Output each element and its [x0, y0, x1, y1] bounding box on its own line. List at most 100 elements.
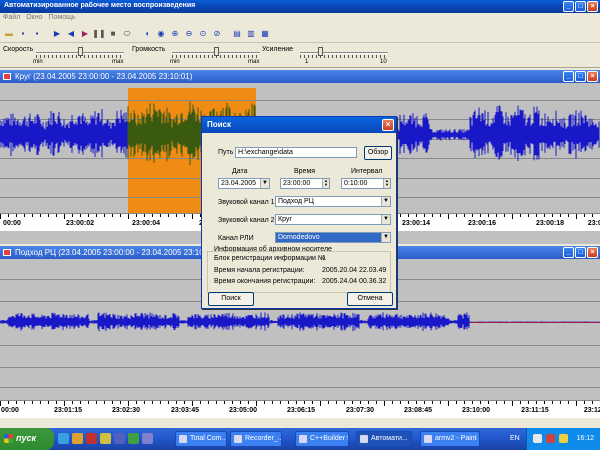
dropdown-arrow-icon[interactable]: ▼: [381, 215, 390, 224]
task-paint[interactable]: armv2 - Paint: [420, 431, 480, 447]
timeline-label: 23:06:15: [286, 407, 316, 414]
stop-icon[interactable]: ■: [107, 28, 119, 40]
save-icon[interactable]: ▪: [17, 28, 29, 40]
play-forward-icon[interactable]: ▶: [79, 28, 91, 40]
task-recorder[interactable]: Recorder_...: [230, 431, 282, 447]
timeline-label: 23:00:02: [65, 220, 95, 227]
volume-icon[interactable]: [559, 434, 568, 443]
gain-slider-thumb[interactable]: [318, 47, 323, 56]
tray-icon[interactable]: [546, 434, 555, 443]
timeline-label: 23:02:30: [111, 407, 141, 414]
explorer-icon[interactable]: [72, 433, 83, 444]
app-icon[interactable]: [86, 433, 97, 444]
app-icon[interactable]: [128, 433, 139, 444]
dialog-close-button[interactable]: ×: [382, 119, 394, 131]
path-input[interactable]: H:\exchange\data: [235, 147, 357, 158]
menu-file[interactable]: Файл: [3, 14, 20, 24]
date-label: Дата: [232, 168, 248, 175]
gain-slider[interactable]: [300, 52, 388, 54]
cascade-icon[interactable]: ▦: [259, 28, 271, 40]
speed-slider-thumb[interactable]: [78, 47, 83, 56]
zoom-out-icon[interactable]: ⊖: [183, 28, 195, 40]
dropdown-arrow-icon[interactable]: ▼: [381, 197, 390, 206]
volume-icon[interactable]: ◖: [141, 28, 153, 40]
app-icon[interactable]: [142, 433, 153, 444]
zoom-fit-icon[interactable]: ⊙: [197, 28, 209, 40]
time-label: Время: [294, 168, 316, 175]
dialog-title: Поиск: [207, 120, 232, 129]
tray-icon[interactable]: [533, 434, 542, 443]
slider-bar: Скорость min max Громкость min max Усиле…: [0, 43, 600, 68]
dropdown-arrow-icon[interactable]: ▼: [381, 233, 390, 242]
maximize-button[interactable]: □: [575, 1, 586, 12]
spinner-arrows-icon[interactable]: ▲ ▼: [383, 179, 390, 188]
cancel-button[interactable]: Отмена: [347, 292, 393, 306]
start-time-label: Время начала регистрации:: [214, 267, 305, 274]
zoom-in-icon[interactable]: ⊕: [169, 28, 181, 40]
time-spinner[interactable]: 23:00:00 ▲ ▼: [280, 178, 330, 189]
menu-window[interactable]: Окно: [26, 14, 42, 24]
minimize-button[interactable]: _: [563, 1, 574, 12]
channel2-select[interactable]: Круг ▼: [275, 214, 391, 225]
app-icon[interactable]: [100, 433, 111, 444]
path-label: Путь: [218, 149, 234, 156]
app-window: Автоматизированное рабочее место воспрои…: [0, 0, 600, 428]
timeline-label: 00:00: [3, 220, 21, 227]
dialog-title-bar[interactable]: Поиск ×: [202, 117, 396, 133]
browse-button[interactable]: Обзор: [364, 146, 392, 160]
open-icon[interactable]: ▬: [3, 28, 15, 40]
channel2-label: Звуковой канал 2: [218, 217, 275, 224]
wave-icon[interactable]: ◉: [155, 28, 167, 40]
rli-label: Канал РЛИ: [218, 235, 254, 242]
search-dialog: Поиск × Путь H:\exchange\data Обзор Дата…: [201, 116, 397, 309]
timeline-label: 23:00:18: [535, 220, 565, 227]
dropdown-arrow-icon[interactable]: ▼: [260, 179, 269, 188]
quick-launch: [58, 433, 153, 444]
channel-minimize-button[interactable]: _: [563, 247, 574, 258]
volume-slider-thumb[interactable]: [214, 47, 219, 56]
app-icon[interactable]: [114, 433, 125, 444]
gain-max: 10: [380, 59, 387, 65]
channel-minimize-button[interactable]: _: [563, 71, 574, 82]
interval-spinner[interactable]: 0:10:00 ▲ ▼: [341, 178, 391, 189]
volume-label: Громкость: [132, 46, 166, 53]
zoom-all-icon[interactable]: ⊘: [211, 28, 223, 40]
start-time-value: 2005.20.04 22.03.49: [322, 267, 387, 274]
ie-icon[interactable]: [58, 433, 69, 444]
channel-close-button[interactable]: ×: [587, 71, 598, 82]
play-icon[interactable]: ▶: [51, 28, 63, 40]
tile-horizontal-icon[interactable]: ▤: [231, 28, 243, 40]
close-button[interactable]: ×: [587, 1, 598, 12]
loop-icon[interactable]: ⬭: [121, 28, 133, 40]
task-total-commander[interactable]: Total Com...: [175, 431, 227, 447]
title-bar[interactable]: Автоматизированное рабочее место воспрои…: [0, 0, 600, 13]
rli-select[interactable]: Domodedovo ▼: [275, 232, 391, 243]
start-button[interactable]: пуск: [0, 428, 54, 450]
window-title: Автоматизированное рабочее место воспрои…: [4, 2, 196, 9]
channel1-select[interactable]: Подход РЦ ▼: [275, 196, 391, 207]
timeline-label: 23:00:04: [131, 220, 161, 227]
timeline-label: 23:00:16: [467, 220, 497, 227]
menu-help[interactable]: Помощь: [49, 14, 76, 24]
play-reverse-icon[interactable]: ◀: [65, 28, 77, 40]
spinner-arrows-icon[interactable]: ▲ ▼: [322, 179, 329, 188]
channel-maximize-button[interactable]: □: [575, 247, 586, 258]
channel-title-bar[interactable]: Круг (23.04.2005 23:00:00 - 23.04.2005 2…: [0, 70, 600, 83]
end-time-value: 2005.24.04 00.36.32: [322, 278, 387, 285]
save-as-icon[interactable]: ▪: [31, 28, 43, 40]
task-cpp-builder[interactable]: C++Builder 5: [295, 431, 349, 447]
pause-icon[interactable]: ❚❚: [92, 28, 105, 40]
search-button[interactable]: Поиск: [208, 292, 254, 306]
channel1-label: Звуковой канал 1: [218, 199, 275, 206]
date-picker[interactable]: 23.04.2005 ▼: [218, 178, 270, 189]
timeline-ruler[interactable]: 00:00 23:01:15 23:02:30 23:03:45 23:05:00 23:…: [0, 400, 600, 418]
tile-vertical-icon[interactable]: ▥: [245, 28, 257, 40]
channel-close-button[interactable]: ×: [587, 247, 598, 258]
channel-title: Круг (23.04.2005 23:00:00 - 23.04.2005 2…: [15, 72, 193, 81]
speed-min: min: [33, 59, 43, 65]
channel-icon: [3, 249, 11, 256]
timeline-label: 23:12:: [583, 407, 600, 414]
task-avtomati[interactable]: Автомати...: [356, 431, 412, 447]
channel-maximize-button[interactable]: □: [575, 71, 586, 82]
language-indicator[interactable]: EN: [510, 435, 520, 442]
